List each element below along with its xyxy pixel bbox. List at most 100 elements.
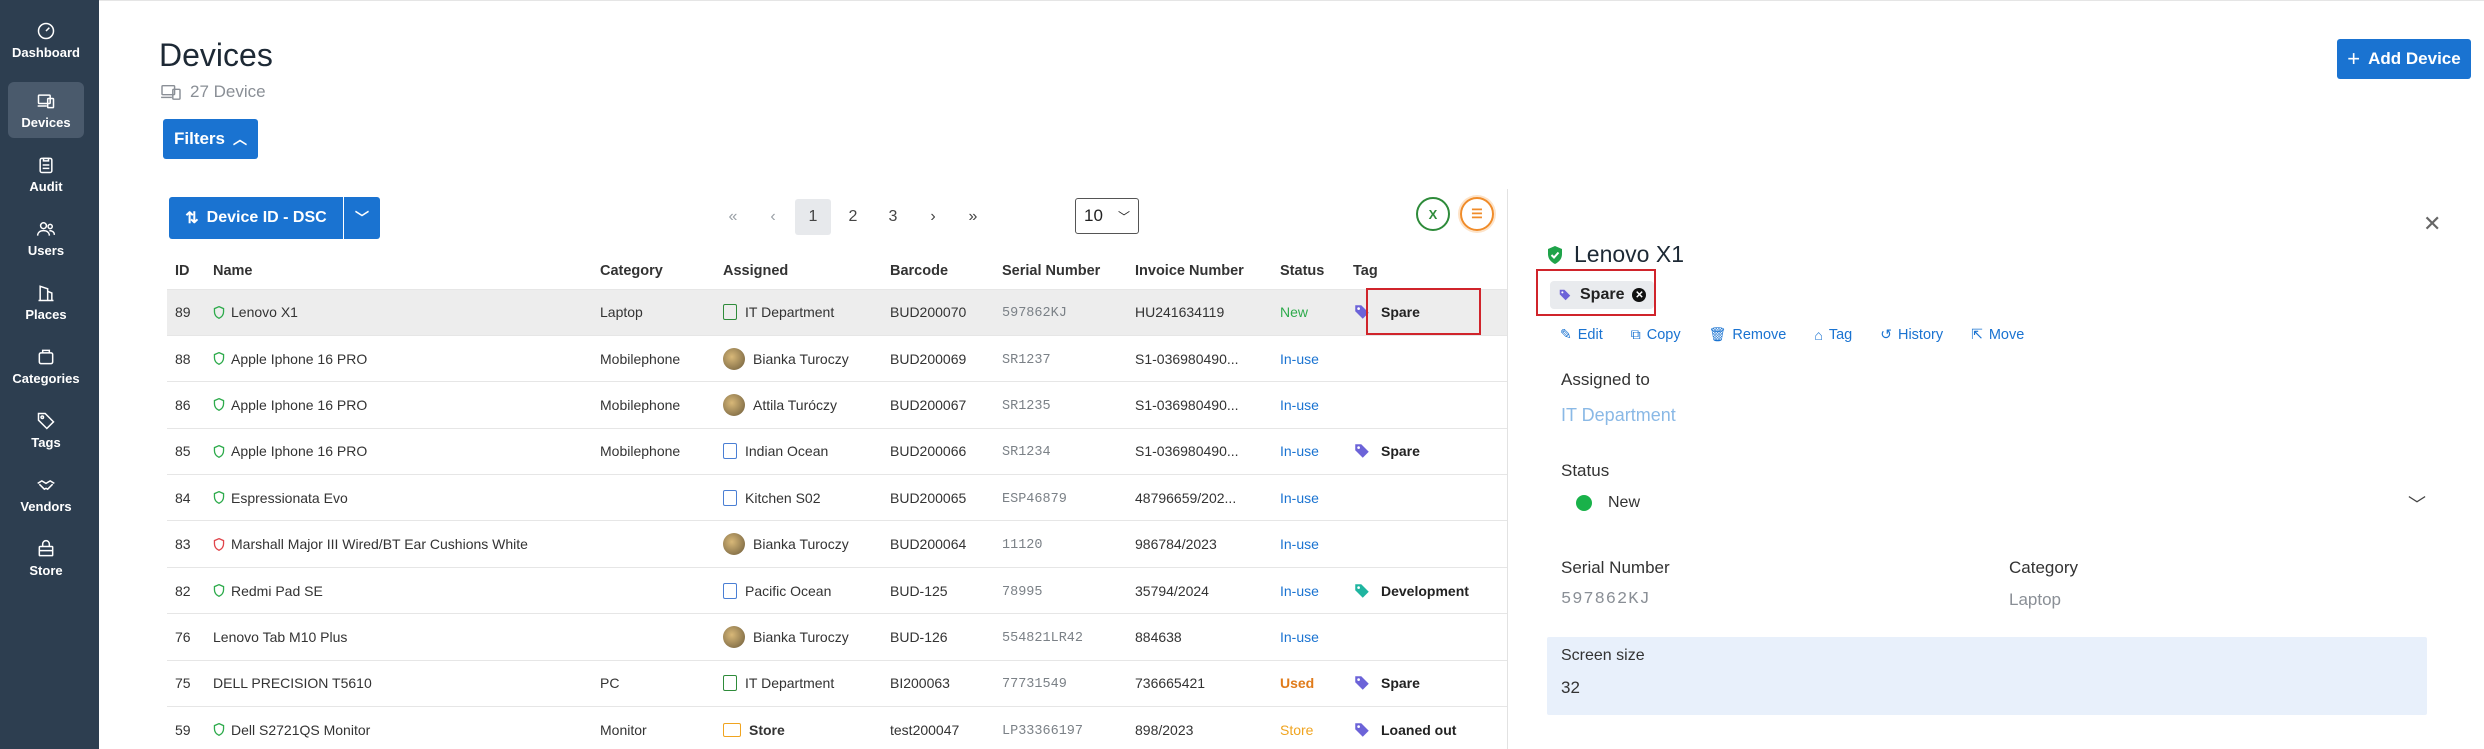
assigned-label: Assigned to	[1561, 370, 1650, 389]
table-row[interactable]: 89 Lenovo X1 Laptop IT Department BUD200070 5…	[167, 288, 1507, 336]
device-name[interactable]: Espressionata Evo	[231, 490, 348, 506]
shield-icon	[213, 491, 225, 505]
device-name[interactable]: DELL PRECISION T5610	[213, 675, 372, 691]
column-header-serial[interactable]: Serial Number	[1002, 253, 1135, 289]
device-name[interactable]: Apple Iphone 16 PRO	[231, 397, 367, 413]
page-button-2[interactable]: 2	[833, 199, 873, 235]
sidebar-item-dashboard[interactable]: Dashboard	[8, 12, 84, 68]
last-page-button[interactable]: »	[953, 199, 993, 235]
page-button-3[interactable]: 3	[873, 199, 913, 235]
table-row[interactable]: 83 Marshall Major III Wired/BT Ear Cushio…	[167, 520, 1507, 568]
history-button[interactable]: ↺ History	[1880, 326, 1943, 343]
sort-label: Device ID - DSC	[206, 209, 327, 226]
list-view-button[interactable]: ☰	[1460, 197, 1494, 231]
table-row[interactable]: 82 Redmi Pad SE Pacific Ocean BUD-125 78995 3…	[167, 566, 1507, 614]
assigned-name[interactable]: Bianka Turoczy	[753, 536, 849, 552]
tag-icon: ⌂	[1814, 326, 1823, 343]
tag-button[interactable]: ⌂ Tag	[1814, 326, 1852, 343]
page-button-1[interactable]: 1	[795, 199, 831, 235]
cell-name: Dell S2721QS Monitor	[213, 722, 600, 738]
sort-button[interactable]: ⇅ Device ID - DSC	[169, 197, 343, 239]
column-header-invoice[interactable]: Invoice Number	[1135, 253, 1280, 289]
sidebar-item-users[interactable]: Users	[8, 210, 84, 266]
assigned-name[interactable]: Bianka Turoczy	[753, 629, 849, 645]
sidebar-item-audit[interactable]: Audit	[8, 146, 84, 202]
sidebar-item-devices[interactable]: Devices	[8, 82, 84, 138]
device-name[interactable]: Marshall Major III Wired/BT Ear Cushions…	[231, 536, 528, 552]
trash-icon: 🗑	[1708, 326, 1727, 342]
move-icon: ⇱	[1971, 326, 1983, 342]
sidebar-item-categories[interactable]: Categories	[8, 338, 84, 394]
next-page-button[interactable]: ›	[913, 199, 953, 235]
cell-assigned: IT Department	[723, 304, 890, 321]
assigned-name[interactable]: Kitchen S02	[745, 490, 821, 506]
column-header-name[interactable]: Name	[213, 253, 600, 289]
page-size-select[interactable]: 10 ﹀	[1075, 198, 1139, 234]
sidebar-item-places[interactable]: Places	[8, 274, 84, 330]
assigned-name[interactable]: Indian Ocean	[745, 443, 828, 459]
cell-id: 89	[175, 304, 191, 321]
cell-tag: Development	[1353, 582, 1507, 600]
dashboard-icon	[37, 22, 55, 39]
remove-tag-icon[interactable]: ✕	[1632, 288, 1647, 302]
column-header-status[interactable]: Status	[1280, 253, 1353, 289]
assigned-name[interactable]: Attila Turóczy	[753, 397, 837, 413]
device-name[interactable]: Apple Iphone 16 PRO	[231, 351, 367, 367]
pagination: « ‹ 1 2 3 › »	[713, 199, 993, 235]
filters-button[interactable]: Filters ︿	[163, 119, 258, 159]
assigned-name[interactable]: IT Department	[745, 675, 834, 691]
column-header-barcode[interactable]: Barcode	[890, 253, 1002, 289]
device-name[interactable]: Dell S2721QS Monitor	[231, 722, 370, 738]
shield-icon	[213, 723, 225, 737]
sidebar-item-store[interactable]: Store	[8, 530, 84, 586]
move-button[interactable]: ⇱ Move	[1971, 326, 2024, 343]
sidebar: Dashboard Devices Audit Users Places Cat…	[0, 0, 99, 749]
sort-dropdown-button[interactable]: ﹀	[344, 197, 380, 239]
device-name[interactable]: Redmi Pad SE	[231, 583, 323, 599]
remove-button[interactable]: 🗑 Remove	[1709, 326, 1787, 343]
assigned-name[interactable]: Store	[749, 722, 785, 738]
table-row[interactable]: 85 Apple Iphone 16 PRO Mobilephone Indian O…	[167, 427, 1507, 475]
cell-serial: SR1234	[1002, 445, 1051, 461]
column-header-category[interactable]: Category	[600, 253, 723, 289]
add-device-button[interactable]: + Add Device	[2337, 39, 2471, 79]
status-select[interactable]: New ﹀	[1556, 487, 2436, 519]
device-name[interactable]: Lenovo X1	[231, 304, 298, 320]
cell-assigned: Bianka Turoczy	[723, 625, 890, 648]
status-value: New	[1608, 494, 1641, 511]
device-name[interactable]: Apple Iphone 16 PRO	[231, 443, 367, 459]
device-name[interactable]: Lenovo Tab M10 Plus	[213, 629, 347, 645]
assigned-name[interactable]: IT Department	[745, 304, 834, 320]
cell-barcode: BUD200067	[890, 396, 967, 413]
excel-export-button[interactable]: X	[1416, 197, 1450, 231]
table-row[interactable]: 59 Dell S2721QS Monitor Monitor Store test20…	[167, 706, 1507, 749]
table-row[interactable]: 76 Lenovo Tab M10 Plus Bianka Turoczy BUD-1…	[167, 613, 1507, 661]
assigned-link[interactable]: IT Department	[1561, 405, 1676, 426]
copy-button[interactable]: ⧉ Copy	[1631, 326, 1681, 343]
sidebar-item-vendors[interactable]: Vendors	[8, 466, 84, 522]
copy-label: Copy	[1646, 326, 1681, 343]
close-icon[interactable]: ✕	[2423, 211, 2441, 237]
first-page-button[interactable]: «	[713, 199, 753, 235]
column-header-assigned[interactable]: Assigned	[723, 253, 890, 289]
table-row[interactable]: 75 DELL PRECISION T5610 PC IT Department BI2…	[167, 659, 1507, 707]
store-icon	[723, 722, 741, 737]
edit-button[interactable]: ✎ Edit	[1560, 326, 1603, 343]
table-row[interactable]: 88 Apple Iphone 16 PRO Mobilephone Bianka T…	[167, 334, 1507, 382]
chevron-up-icon: ︿	[233, 131, 248, 147]
shield-icon	[213, 537, 225, 551]
assigned-name[interactable]: Pacific Ocean	[745, 583, 831, 599]
chevron-down-icon: ﹀	[1117, 209, 1130, 224]
sidebar-item-tags[interactable]: Tags	[8, 402, 84, 458]
cell-category: Laptop	[600, 304, 643, 321]
column-header-id[interactable]: ID	[167, 253, 213, 289]
assigned-name[interactable]: Bianka Turoczy	[753, 351, 849, 367]
prev-page-button[interactable]: ‹	[753, 199, 793, 235]
cell-barcode: BUD200064	[890, 536, 967, 553]
column-header-tag[interactable]: Tag	[1353, 253, 1507, 289]
tag-chip-label: Spare	[1580, 286, 1625, 303]
cell-category: PC	[600, 675, 620, 692]
cell-barcode: BUD200065	[890, 489, 967, 506]
table-row[interactable]: 84 Espressionata Evo Kitchen S02 BUD200065 E…	[167, 474, 1507, 521]
table-row[interactable]: 86 Apple Iphone 16 PRO Mobilephone Attila T…	[167, 381, 1507, 429]
